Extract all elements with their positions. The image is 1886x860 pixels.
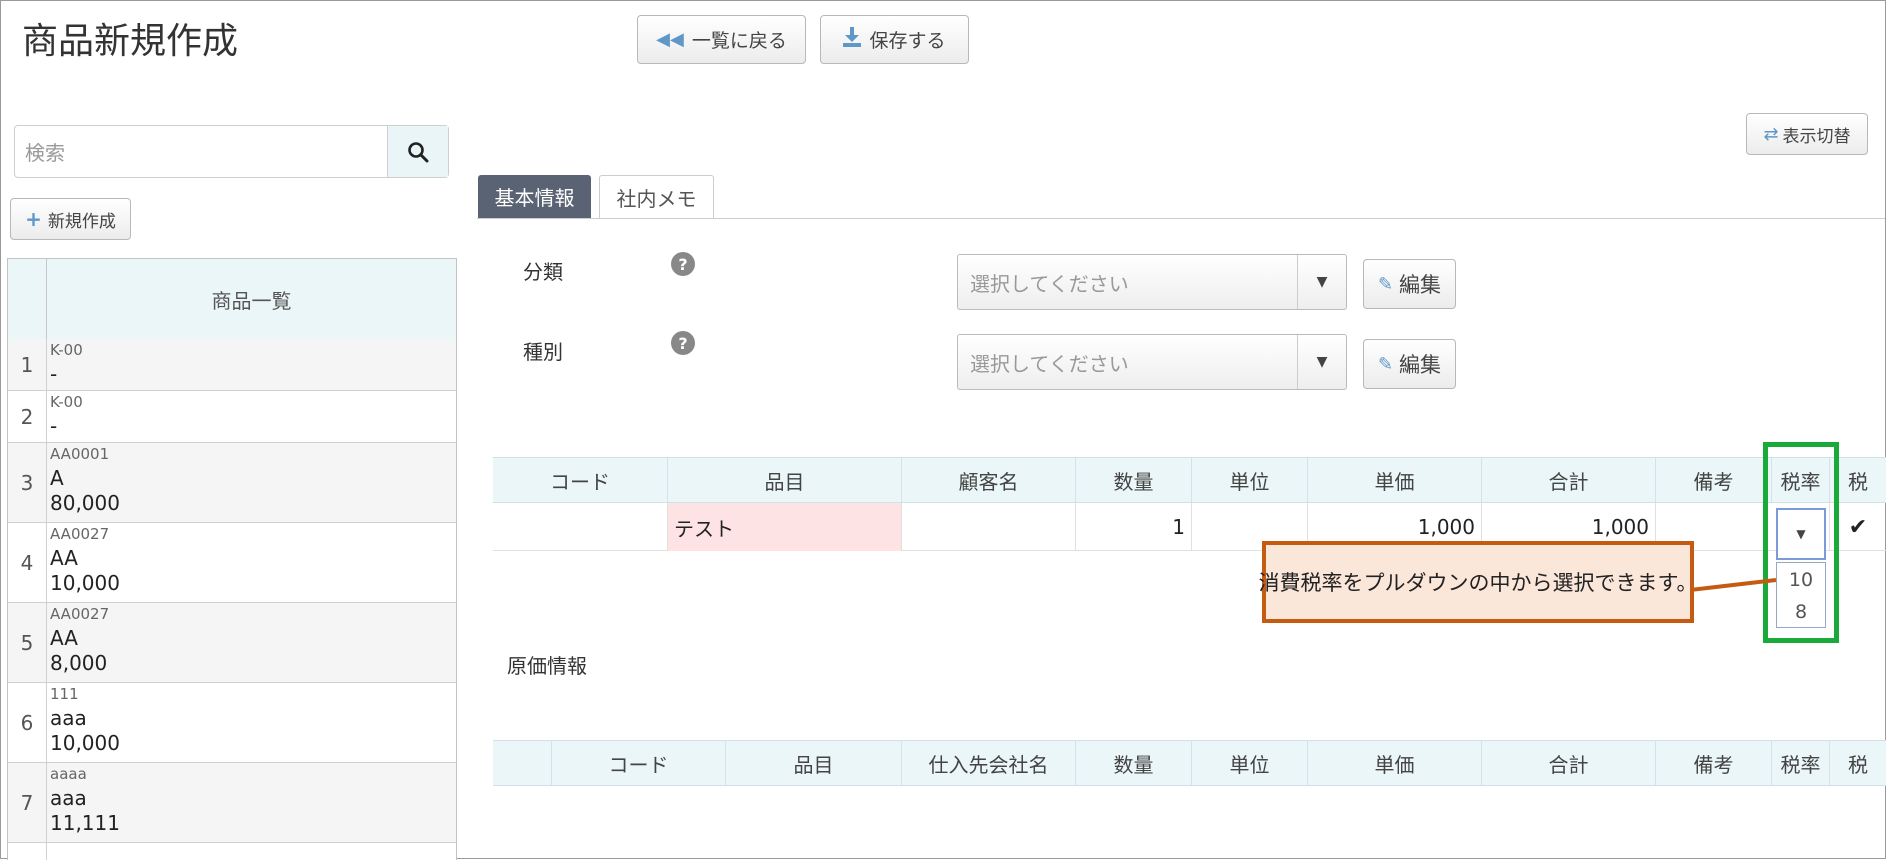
list-item[interactable]: 7 aaaa aaa 11,111: [8, 763, 456, 843]
toggle-view-label: 表示切替: [1782, 126, 1851, 147]
tab-divider: [477, 218, 1885, 219]
pencil-icon: ✎: [1377, 273, 1394, 295]
category-edit-button[interactable]: ✎ 編集: [1363, 259, 1456, 309]
callout-connector: [1690, 578, 1777, 592]
save-button[interactable]: 保存する: [820, 15, 969, 64]
save-label: 保存する: [869, 30, 946, 52]
product-list-header: 商品一覧: [8, 259, 456, 340]
qty-cell[interactable]: 1: [1075, 503, 1191, 551]
list-item[interactable]: 2 K-00 -: [8, 391, 456, 443]
help-icon[interactable]: ?: [671, 252, 695, 276]
toggle-view-button[interactable]: ⇄ 表示切替: [1746, 113, 1868, 155]
annotation-callout: 消費税率をプルダウンの中から選択できます。: [1259, 541, 1697, 623]
download-icon: [843, 27, 862, 52]
pencil-icon: ✎: [1377, 353, 1394, 375]
detail-table-header: コード 品目 顧客名 数量 単位 単価 合計 備考 税率 税: [493, 457, 1886, 503]
swap-arrows-icon: ⇄: [1763, 123, 1779, 145]
chevron-down-icon: ▼: [1297, 255, 1346, 309]
list-item[interactable]: 3 AA0001 A 80,000: [8, 443, 456, 523]
list-item[interactable]: 4 AA0027 AA 10,000: [8, 523, 456, 603]
list-item[interactable]: [8, 843, 456, 860]
search-box: 検索: [14, 125, 449, 178]
new-item-button[interactable]: + 新規作成: [10, 198, 131, 240]
list-item[interactable]: 6 111 aaa 10,000: [8, 683, 456, 763]
list-item[interactable]: 5 AA0027 AA 8,000: [8, 603, 456, 683]
tab-internal-memo[interactable]: 社内メモ: [599, 175, 714, 218]
type-edit-button[interactable]: ✎ 編集: [1363, 339, 1456, 389]
cost-table-header: コード 品目 仕入先会社名 数量 単位 単価 合計 備考 税率 税: [493, 740, 1886, 786]
product-list: 商品一覧 1 K-00 - 2 K-00 - 3 AA0001 A 80,000…: [7, 258, 457, 860]
back-to-list-label: 一覧に戻る: [691, 30, 787, 52]
help-icon[interactable]: ?: [671, 331, 695, 355]
search-button[interactable]: [387, 126, 448, 177]
search-input[interactable]: 検索: [15, 126, 389, 177]
new-item-label: 新規作成: [47, 211, 116, 232]
back-to-list-button[interactable]: ◀◀ 一覧に戻る: [637, 15, 806, 64]
product-list-title: 商品一覧: [211, 288, 292, 313]
code-cell[interactable]: [493, 503, 667, 551]
plus-icon: +: [25, 207, 42, 231]
type-label: 種別: [523, 340, 563, 364]
category-label: 分類: [523, 260, 563, 284]
page-title: 商品新規作成: [22, 21, 239, 62]
item-cell[interactable]: テスト: [667, 503, 901, 551]
list-item[interactable]: 1 K-00 -: [8, 339, 456, 391]
search-icon: [408, 141, 429, 162]
type-select[interactable]: 選択してください ▼: [957, 334, 1347, 390]
category-select[interactable]: 選択してください ▼: [957, 254, 1347, 310]
cost-section-label: 原価情報: [507, 654, 587, 678]
highlight-box: [1763, 442, 1839, 643]
tab-basic-info[interactable]: 基本情報: [478, 175, 591, 218]
chevron-down-icon: ▼: [1297, 335, 1346, 389]
double-chevron-left-icon: ◀◀: [656, 29, 684, 50]
customer-cell[interactable]: [901, 503, 1075, 551]
